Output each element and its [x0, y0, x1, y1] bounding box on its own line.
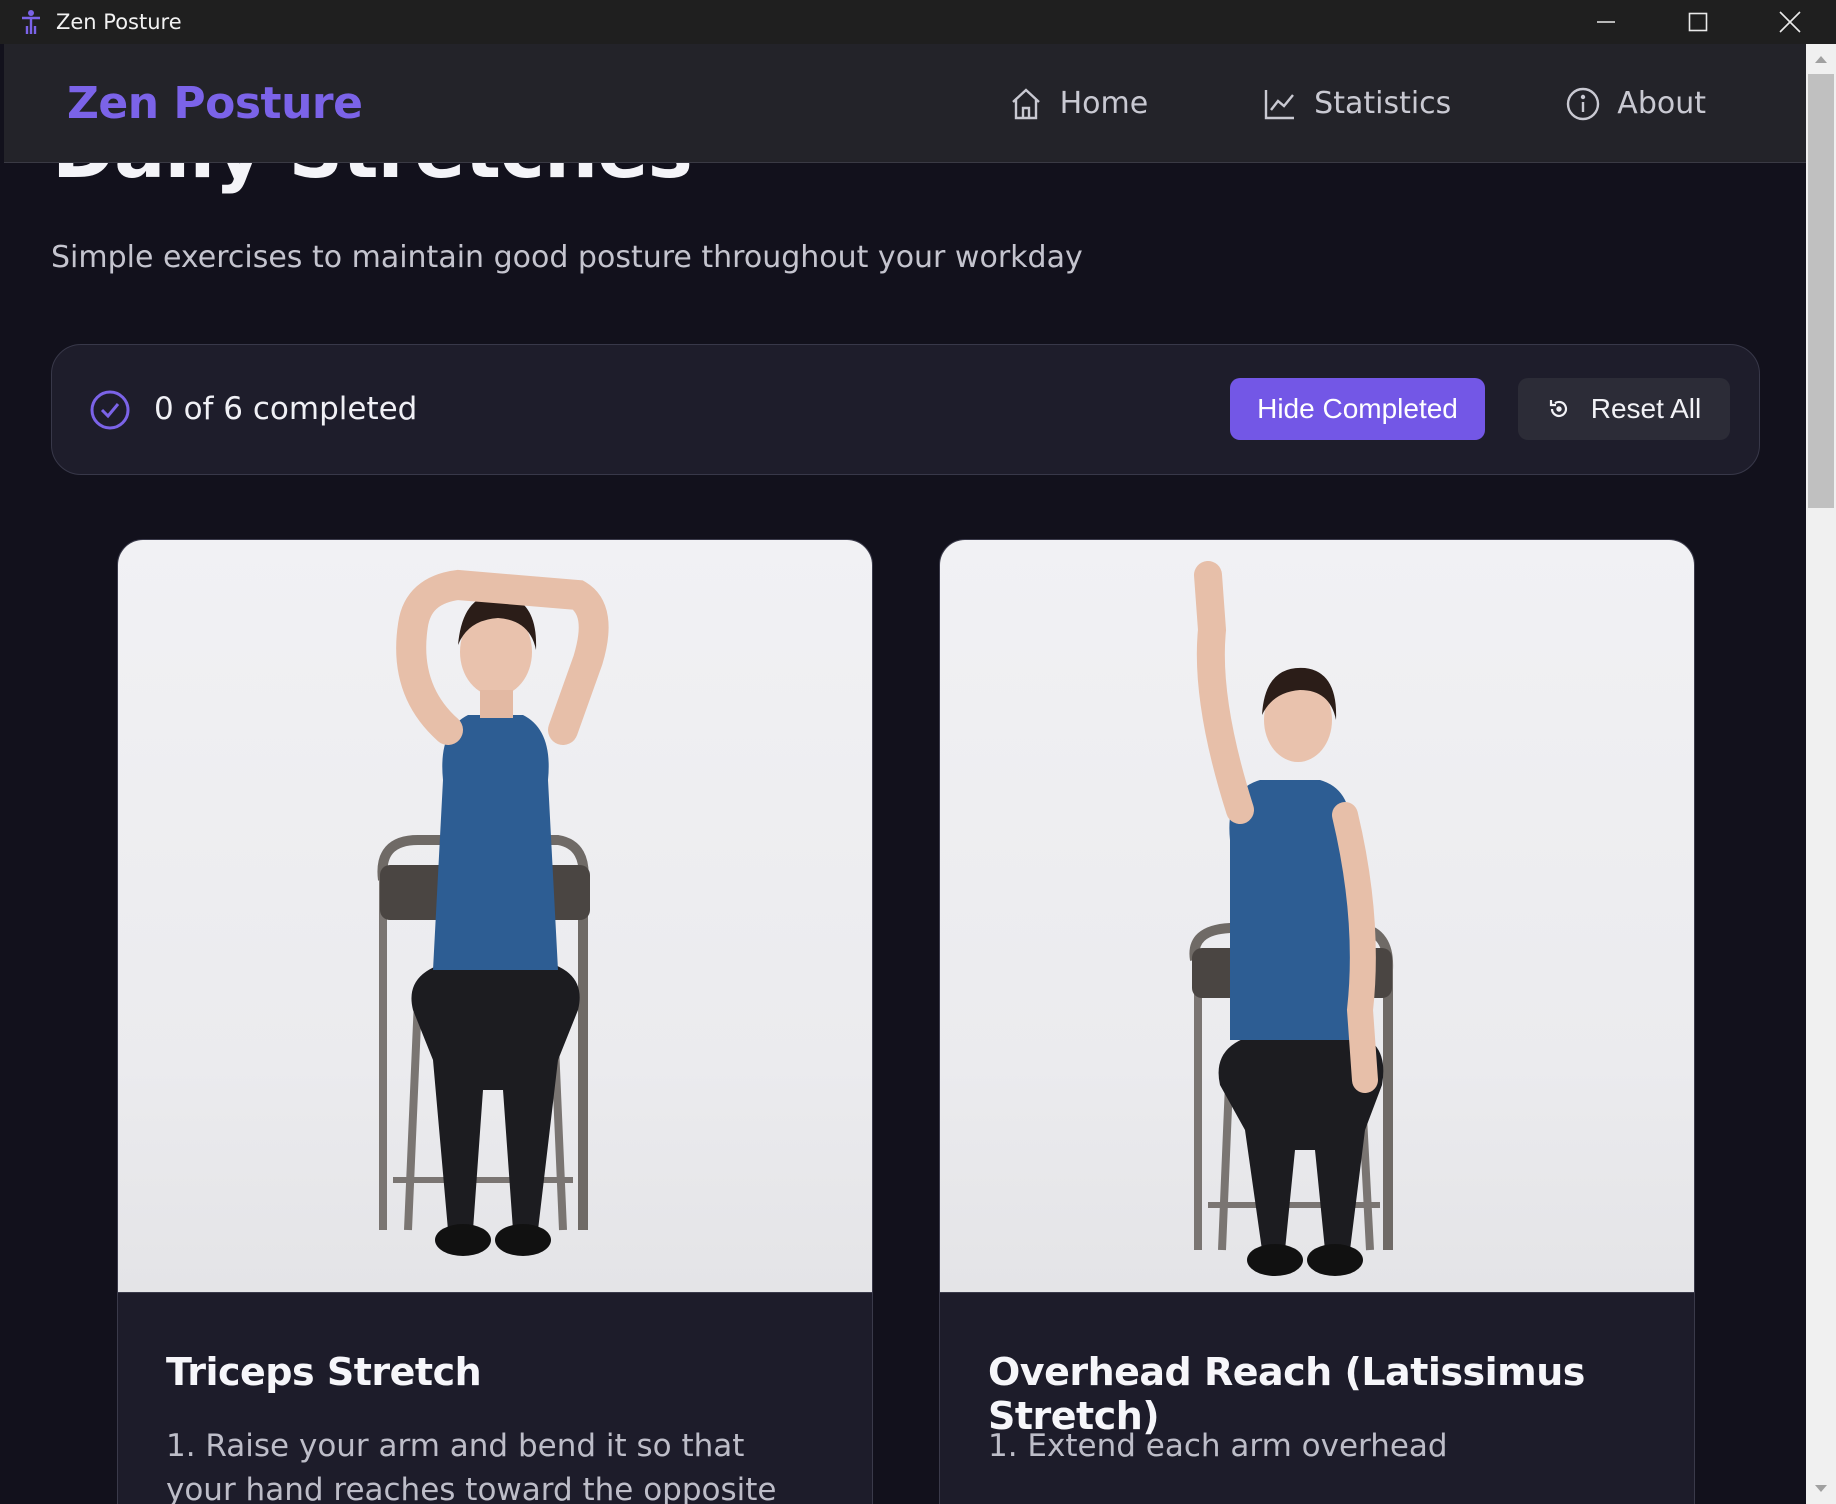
reset-all-label: Reset All — [1590, 393, 1702, 424]
nav-about[interactable]: About — [1565, 86, 1706, 122]
exercise-image — [118, 540, 872, 1293]
nav-about-label: About — [1617, 86, 1706, 121]
maximize-button[interactable] — [1652, 0, 1744, 44]
minimize-icon — [1597, 21, 1615, 23]
exercise-image — [940, 540, 1694, 1293]
check-circle-icon — [90, 390, 130, 430]
exercise-card[interactable]: Triceps Stretch 1. Raise your arm and be… — [117, 539, 873, 1504]
chevron-down-icon — [1815, 1485, 1827, 1492]
card-title: Triceps Stretch — [166, 1350, 482, 1394]
nav-home-label: Home — [1059, 86, 1149, 121]
nav-links: Home Statistics About — [1008, 44, 1706, 163]
close-button[interactable] — [1744, 0, 1836, 44]
nav-home[interactable]: Home — [1008, 86, 1149, 122]
scroll-up-arrow[interactable] — [1806, 44, 1836, 74]
home-icon — [1011, 87, 1040, 119]
window-controls — [1560, 0, 1836, 44]
close-icon — [1779, 11, 1801, 33]
chart-line-icon — [1264, 89, 1295, 119]
nav-statistics-label: Statistics — [1314, 86, 1452, 121]
window-title: Zen Posture — [56, 10, 182, 34]
person-icon — [22, 10, 40, 34]
nav-statistics[interactable]: Statistics — [1262, 86, 1451, 122]
info-icon — [1567, 87, 1600, 120]
scroll-thumb[interactable] — [1808, 74, 1834, 508]
scroll-down-arrow[interactable] — [1806, 1474, 1836, 1504]
top-navbar: Zen Posture Home Statistics About — [4, 44, 1806, 163]
progress-panel: 0 of 6 completed Hide Completed Reset Al… — [51, 344, 1760, 475]
card-step: 1. Raise your arm and bend it so that yo… — [166, 1428, 777, 1504]
window-titlebar: Zen Posture — [0, 0, 1836, 44]
exercise-card[interactable]: Overhead Reach (Latissimus Stretch) 1. E… — [939, 539, 1695, 1504]
maximize-icon — [1688, 12, 1708, 32]
chevron-up-icon — [1815, 56, 1827, 63]
minimize-button[interactable] — [1560, 0, 1652, 44]
reset-all-button[interactable]: Reset All — [1518, 378, 1730, 440]
triceps-stretch-illustration — [377, 569, 609, 1256]
reset-icon — [1549, 400, 1567, 418]
brand-logo[interactable]: Zen Posture — [67, 78, 363, 129]
progress-count: 0 of 6 completed — [154, 391, 418, 427]
card-step: 1. Extend each arm overhead — [988, 1428, 1448, 1464]
page-subtitle: Simple exercises to maintain good postur… — [51, 240, 1083, 275]
app-viewport: Daily Stretches Zen Posture Home Statist… — [4, 44, 1806, 1504]
overhead-reach-illustration — [1189, 561, 1394, 1276]
hide-completed-button[interactable]: Hide Completed — [1230, 378, 1485, 440]
vertical-scrollbar[interactable] — [1806, 44, 1836, 1504]
